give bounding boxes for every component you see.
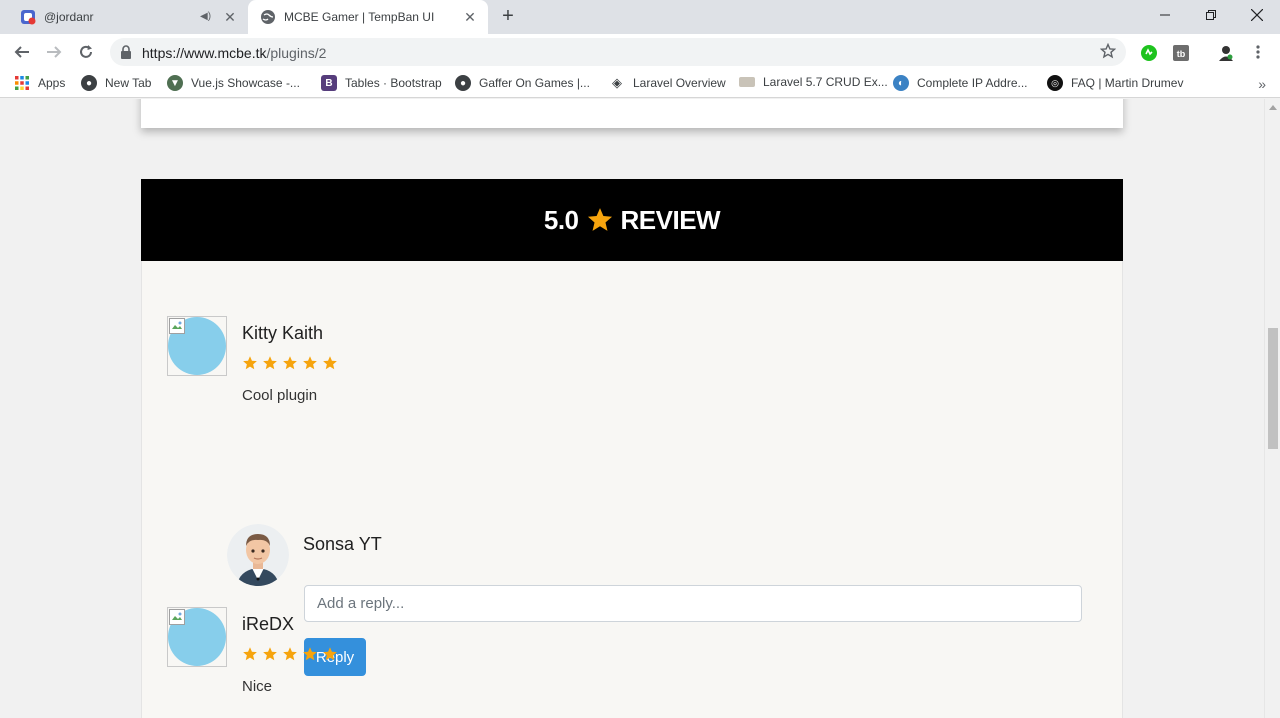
bookmark-label: Apps <box>38 76 66 90</box>
bookmark-faq-martin[interactable]: ◎ FAQ | Martin Drumev <box>1047 75 1183 91</box>
star-icon <box>263 356 277 370</box>
star-icon <box>303 356 317 370</box>
svg-text:tb: tb <box>1177 49 1186 59</box>
tab-strip: @jordanr ◀) ✕ MCBE Gamer | TempBan UI ✕ … <box>0 0 1280 34</box>
app-favicon-icon <box>21 10 36 25</box>
reviewer-name: Kitty Kaith <box>242 323 324 343</box>
star-icon <box>323 356 337 370</box>
minimize-icon[interactable] <box>1142 0 1188 30</box>
vue-icon: ▼ <box>167 75 183 91</box>
star-icon <box>587 208 612 231</box>
star-icon <box>283 647 297 661</box>
bookmark-label: Laravel 5.7 CRUD Ex... <box>763 75 888 89</box>
bookmark-label: Vue.js Showcase -... <box>191 76 300 90</box>
tab-jordanr[interactable]: @jordanr ◀) ✕ <box>8 0 248 34</box>
bookmark-vue-showcase[interactable]: ▼ Vue.js Showcase -... <box>167 75 300 91</box>
bookmark-new-tab[interactable]: ● New Tab <box>81 75 151 91</box>
bookmark-label: Complete IP Addre... <box>917 76 1028 90</box>
faq-icon: ◎ <box>1047 75 1063 91</box>
page-viewport: 5.0 REVIEW Kitty Kaith Cool plugin Sonsa… <box>0 99 1264 718</box>
star-icon <box>243 356 257 370</box>
bookmarks-bar: Apps ● New Tab ▼ Vue.js Showcase -... B … <box>0 70 1280 98</box>
cartoon-man-icon <box>227 524 289 586</box>
bootstrap-icon: B <box>321 75 337 91</box>
green-extension-icon[interactable] <box>1140 44 1158 62</box>
reviews-list: Kitty Kaith Cool plugin Sonsa YT Add a r… <box>141 261 1123 718</box>
review-text: Nice <box>242 678 273 695</box>
restore-icon[interactable] <box>1188 0 1234 30</box>
scroll-up-arrow-icon[interactable] <box>1269 105 1277 110</box>
review-header: 5.0 REVIEW <box>141 179 1123 261</box>
broken-image-icon <box>169 318 185 334</box>
star-icon <box>283 356 297 370</box>
bookmark-label: Tables · Bootstrap <box>345 76 442 90</box>
profile-icon[interactable] <box>1217 44 1235 62</box>
speaker-icon[interactable]: ◀) <box>200 10 214 24</box>
reply-user-name: Sonsa YT <box>303 534 382 554</box>
bookmark-label: New Tab <box>105 76 152 90</box>
browser-toolbar: https://www.mcbe.tk/plugins/2 tb <box>0 34 1280 70</box>
star-rating <box>242 355 342 371</box>
bookmark-apps[interactable]: Apps <box>14 75 65 91</box>
page-scrollbar[interactable] <box>1264 99 1280 718</box>
avatar <box>167 316 227 376</box>
globe-icon: ● <box>81 75 97 91</box>
bookmark-label: Laravel Overview <box>633 76 726 90</box>
bookmark-label: Gaffer On Games |... <box>479 76 590 90</box>
new-tab-icon[interactable]: + <box>498 6 518 27</box>
reload-icon[interactable] <box>74 40 98 64</box>
url-path: /plugins/2 <box>266 45 327 61</box>
url-text: https://www.mcbe.tk/plugins/2 <box>142 45 326 61</box>
scroll-thumb[interactable] <box>1268 328 1278 449</box>
plugin-image-card <box>141 99 1123 128</box>
bookmark-label: FAQ | Martin Drumev <box>1071 76 1184 90</box>
tb-extension-icon[interactable]: tb <box>1172 44 1190 62</box>
reviewer-name: iReDX <box>242 614 295 634</box>
star-icon <box>303 647 317 661</box>
bookmark-ip-address[interactable]: ◐ Complete IP Addre... <box>893 75 1028 91</box>
close-tab-icon[interactable]: ✕ <box>222 9 238 25</box>
forward-arrow-icon[interactable] <box>42 40 66 64</box>
lock-icon <box>121 45 131 59</box>
more-bookmarks-icon[interactable]: » <box>1258 76 1266 92</box>
close-window-icon[interactable] <box>1234 0 1280 30</box>
avatar <box>167 607 227 667</box>
earth-icon: ◐ <box>893 75 909 91</box>
back-arrow-icon[interactable] <box>10 40 34 64</box>
tab-mcbe-gamer[interactable]: MCBE Gamer | TempBan UI ✕ <box>248 0 488 34</box>
bookmark-laravel-crud[interactable]: Laravel 5.7 CRUD Ex... <box>739 75 888 89</box>
user-avatar <box>227 524 289 586</box>
broken-image-icon <box>169 609 185 625</box>
globe-icon: ● <box>455 75 471 91</box>
bookmark-star-icon[interactable] <box>1100 43 1116 59</box>
star-icon <box>323 647 337 661</box>
star-rating <box>242 646 342 662</box>
page-icon <box>739 77 755 87</box>
reply-input[interactable] <box>304 585 1082 622</box>
review-heading: REVIEW <box>620 204 721 235</box>
chrome-menu-icon[interactable] <box>1250 43 1266 61</box>
close-tab-icon[interactable]: ✕ <box>462 9 478 25</box>
rating-value: 5.0 <box>543 204 579 235</box>
apps-grid-icon <box>15 76 29 90</box>
bookmark-tables-bootstrap[interactable]: B Tables · Bootstrap <box>321 75 442 91</box>
url-host: https://www.mcbe.tk <box>142 45 267 61</box>
review-text: Cool plugin <box>242 387 318 404</box>
bookmark-laravel-overview[interactable]: ◈ Laravel Overview <box>609 75 726 91</box>
tab-title: MCBE Gamer | TempBan UI <box>284 10 435 24</box>
star-icon <box>263 647 277 661</box>
bookmark-gaffer-on-games[interactable]: ● Gaffer On Games |... <box>455 75 590 91</box>
address-bar[interactable]: https://www.mcbe.tk/plugins/2 <box>110 38 1126 66</box>
globe-icon <box>261 10 275 24</box>
tab-title: @jordanr <box>44 10 94 24</box>
star-icon <box>243 647 257 661</box>
laravel-icon: ◈ <box>612 75 622 90</box>
